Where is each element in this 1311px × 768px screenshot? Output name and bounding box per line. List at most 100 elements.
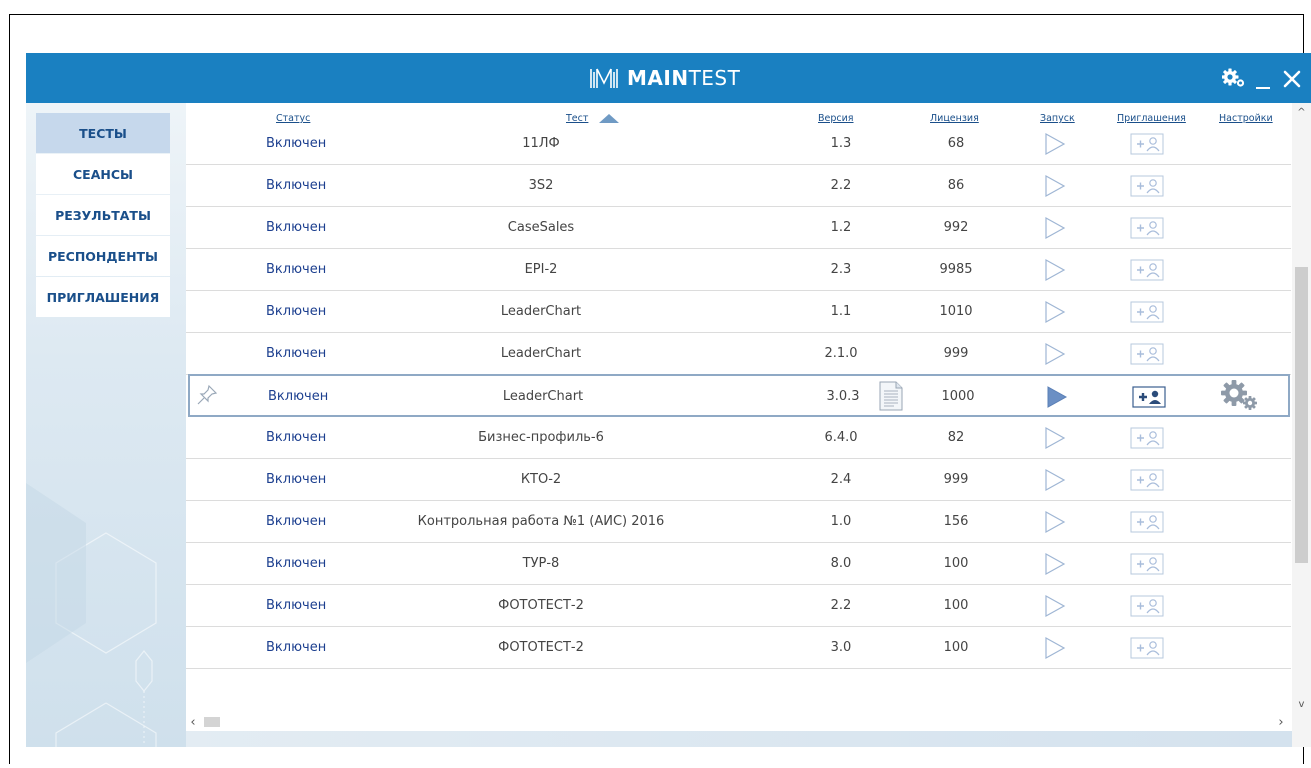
status-cell: Включен xyxy=(268,389,329,404)
add-invitation-icon[interactable] xyxy=(1130,595,1164,617)
horizontal-scroll-thumb[interactable] xyxy=(204,717,220,727)
play-icon[interactable] xyxy=(1044,342,1066,366)
license-cell: 1010 xyxy=(939,304,973,319)
play-icon[interactable] xyxy=(1044,468,1066,492)
pin-icon[interactable] xyxy=(196,384,218,406)
license-cell: 100 xyxy=(943,640,969,655)
add-invitation-icon[interactable] xyxy=(1130,301,1164,323)
play-icon[interactable] xyxy=(1044,552,1066,576)
status-cell: Включен xyxy=(266,220,327,235)
add-invitation-icon[interactable] xyxy=(1130,217,1164,239)
license-cell: 100 xyxy=(943,598,969,613)
test-name-cell: LeaderChart xyxy=(500,304,582,319)
play-icon[interactable] xyxy=(1044,510,1066,534)
version-cell: 6.4.0 xyxy=(824,430,858,445)
logo-text-light: TEST xyxy=(688,66,741,90)
scroll-right-arrow-icon[interactable]: › xyxy=(1274,715,1288,730)
sidebar-item-tests[interactable]: ТЕСТЫ xyxy=(36,113,170,153)
bottom-strip xyxy=(186,731,1292,747)
add-invitation-icon[interactable] xyxy=(1130,259,1164,281)
table-row[interactable]: Включен Контрольная работа №1 (АИС) 2016 1… xyxy=(186,501,1291,543)
license-cell: 992 xyxy=(943,220,969,235)
minimize-button[interactable] xyxy=(1256,87,1270,89)
app-logo: MAIN TEST xyxy=(589,65,740,91)
add-invitation-icon[interactable] xyxy=(1130,175,1164,197)
test-name-cell: Бизнес-профиль-6 xyxy=(478,430,604,445)
vertical-scroll-thumb[interactable] xyxy=(1295,267,1308,563)
play-icon[interactable] xyxy=(1044,258,1066,282)
table-row[interactable]: Включен ФОТОТЕСТ-2 2.2 100 xyxy=(186,585,1291,627)
add-invitation-icon[interactable] xyxy=(1130,637,1164,659)
gears-icon[interactable] xyxy=(1222,68,1246,88)
logo-text-bold: MAIN xyxy=(627,66,689,90)
play-icon[interactable] xyxy=(1044,300,1066,324)
table-row[interactable]: Включен 11ЛФ 1.3 68 xyxy=(186,123,1291,165)
close-icon[interactable] xyxy=(1282,69,1302,89)
document-icon[interactable] xyxy=(878,381,904,411)
play-icon[interactable] xyxy=(1044,636,1066,660)
test-name-cell: LeaderChart xyxy=(500,346,582,361)
version-cell: 1.0 xyxy=(830,514,852,529)
test-name-cell: ФОТОТЕСТ-2 xyxy=(498,640,584,655)
table-row[interactable]: Включен 3S2 2.2 86 xyxy=(186,165,1291,207)
table-row[interactable]: Включен Бизнес-профиль-6 6.4.0 82 xyxy=(186,417,1291,459)
table-row[interactable]: Включен ТУР-8 8.0 100 xyxy=(186,543,1291,585)
sidebar-item-respondents[interactable]: РЕСПОНДЕНТЫ xyxy=(36,236,170,276)
scroll-up-arrow-icon[interactable]: ^ xyxy=(1292,107,1311,118)
add-invitation-icon[interactable] xyxy=(1130,343,1164,365)
test-name-cell: CaseSales xyxy=(507,220,575,235)
sidebar-item-sessions[interactable]: СЕАНСЫ xyxy=(36,154,170,194)
sidebar-item-invitations[interactable]: ПРИГЛАШЕНИЯ xyxy=(36,277,170,317)
add-invitation-icon[interactable] xyxy=(1130,469,1164,491)
status-cell: Включен xyxy=(266,262,327,277)
license-cell: 68 xyxy=(947,136,965,151)
version-cell: 1.2 xyxy=(830,220,852,235)
license-cell: 156 xyxy=(943,514,969,529)
play-icon[interactable] xyxy=(1044,132,1066,156)
table-row[interactable]: Включен LeaderChart 2.1.0 999 xyxy=(186,333,1291,375)
horizontal-scrollbar[interactable]: ‹ › xyxy=(186,713,1292,731)
play-icon[interactable] xyxy=(1046,385,1068,409)
license-cell: 999 xyxy=(943,472,969,487)
add-invitation-icon[interactable] xyxy=(1132,386,1166,408)
scroll-left-arrow-icon[interactable]: ‹ xyxy=(186,715,200,730)
play-icon[interactable] xyxy=(1044,426,1066,450)
test-name-cell: ТУР-8 xyxy=(522,556,560,571)
vertical-scrollbar[interactable]: ^ v xyxy=(1292,103,1311,747)
status-cell: Включен xyxy=(266,178,327,193)
test-name-cell: LeaderChart xyxy=(502,389,584,404)
table-row[interactable]: Включен ФОТОТЕСТ-2 3.0 100 xyxy=(186,627,1291,669)
add-invitation-icon[interactable] xyxy=(1130,511,1164,533)
add-invitation-icon[interactable] xyxy=(1130,553,1164,575)
test-name-cell: EPI-2 xyxy=(524,262,558,277)
test-name-cell: КТО-2 xyxy=(520,472,562,487)
play-icon[interactable] xyxy=(1044,216,1066,240)
add-invitation-icon[interactable] xyxy=(1130,133,1164,155)
status-cell: Включен xyxy=(266,430,327,445)
version-cell: 2.2 xyxy=(830,598,852,613)
table-header: Статус Тест Версия Лицензия Запуск Пригл… xyxy=(186,103,1291,124)
status-cell: Включен xyxy=(266,472,327,487)
table-row[interactable]: Включен LeaderChart 3.0.3 1000 xyxy=(188,374,1290,417)
logo-mark-icon xyxy=(590,68,618,88)
add-invitation-icon[interactable] xyxy=(1130,427,1164,449)
version-cell: 3.0 xyxy=(830,640,852,655)
version-cell: 1.1 xyxy=(830,304,852,319)
status-cell: Включен xyxy=(266,640,327,655)
table-row[interactable]: Включен EPI-2 2.3 9985 xyxy=(186,249,1291,291)
table-row[interactable]: Включен CaseSales 1.2 992 xyxy=(186,207,1291,249)
status-cell: Включен xyxy=(266,598,327,613)
table-row[interactable]: Включен КТО-2 2.4 999 xyxy=(186,459,1291,501)
license-cell: 86 xyxy=(947,178,965,193)
license-cell: 82 xyxy=(947,430,965,445)
test-settings-gear-icon[interactable] xyxy=(1220,379,1260,411)
license-cell: 999 xyxy=(943,346,969,361)
test-name-cell: Контрольная работа №1 (АИС) 2016 xyxy=(417,514,665,529)
play-icon[interactable] xyxy=(1044,594,1066,618)
play-icon[interactable] xyxy=(1044,174,1066,198)
sidebar-item-results[interactable]: РЕЗУЛЬТАТЫ xyxy=(36,195,170,235)
version-cell: 8.0 xyxy=(830,556,852,571)
table-row[interactable]: Включен LeaderChart 1.1 1010 xyxy=(186,291,1291,333)
status-cell: Включен xyxy=(266,514,327,529)
scroll-down-arrow-icon[interactable]: v xyxy=(1292,699,1311,710)
